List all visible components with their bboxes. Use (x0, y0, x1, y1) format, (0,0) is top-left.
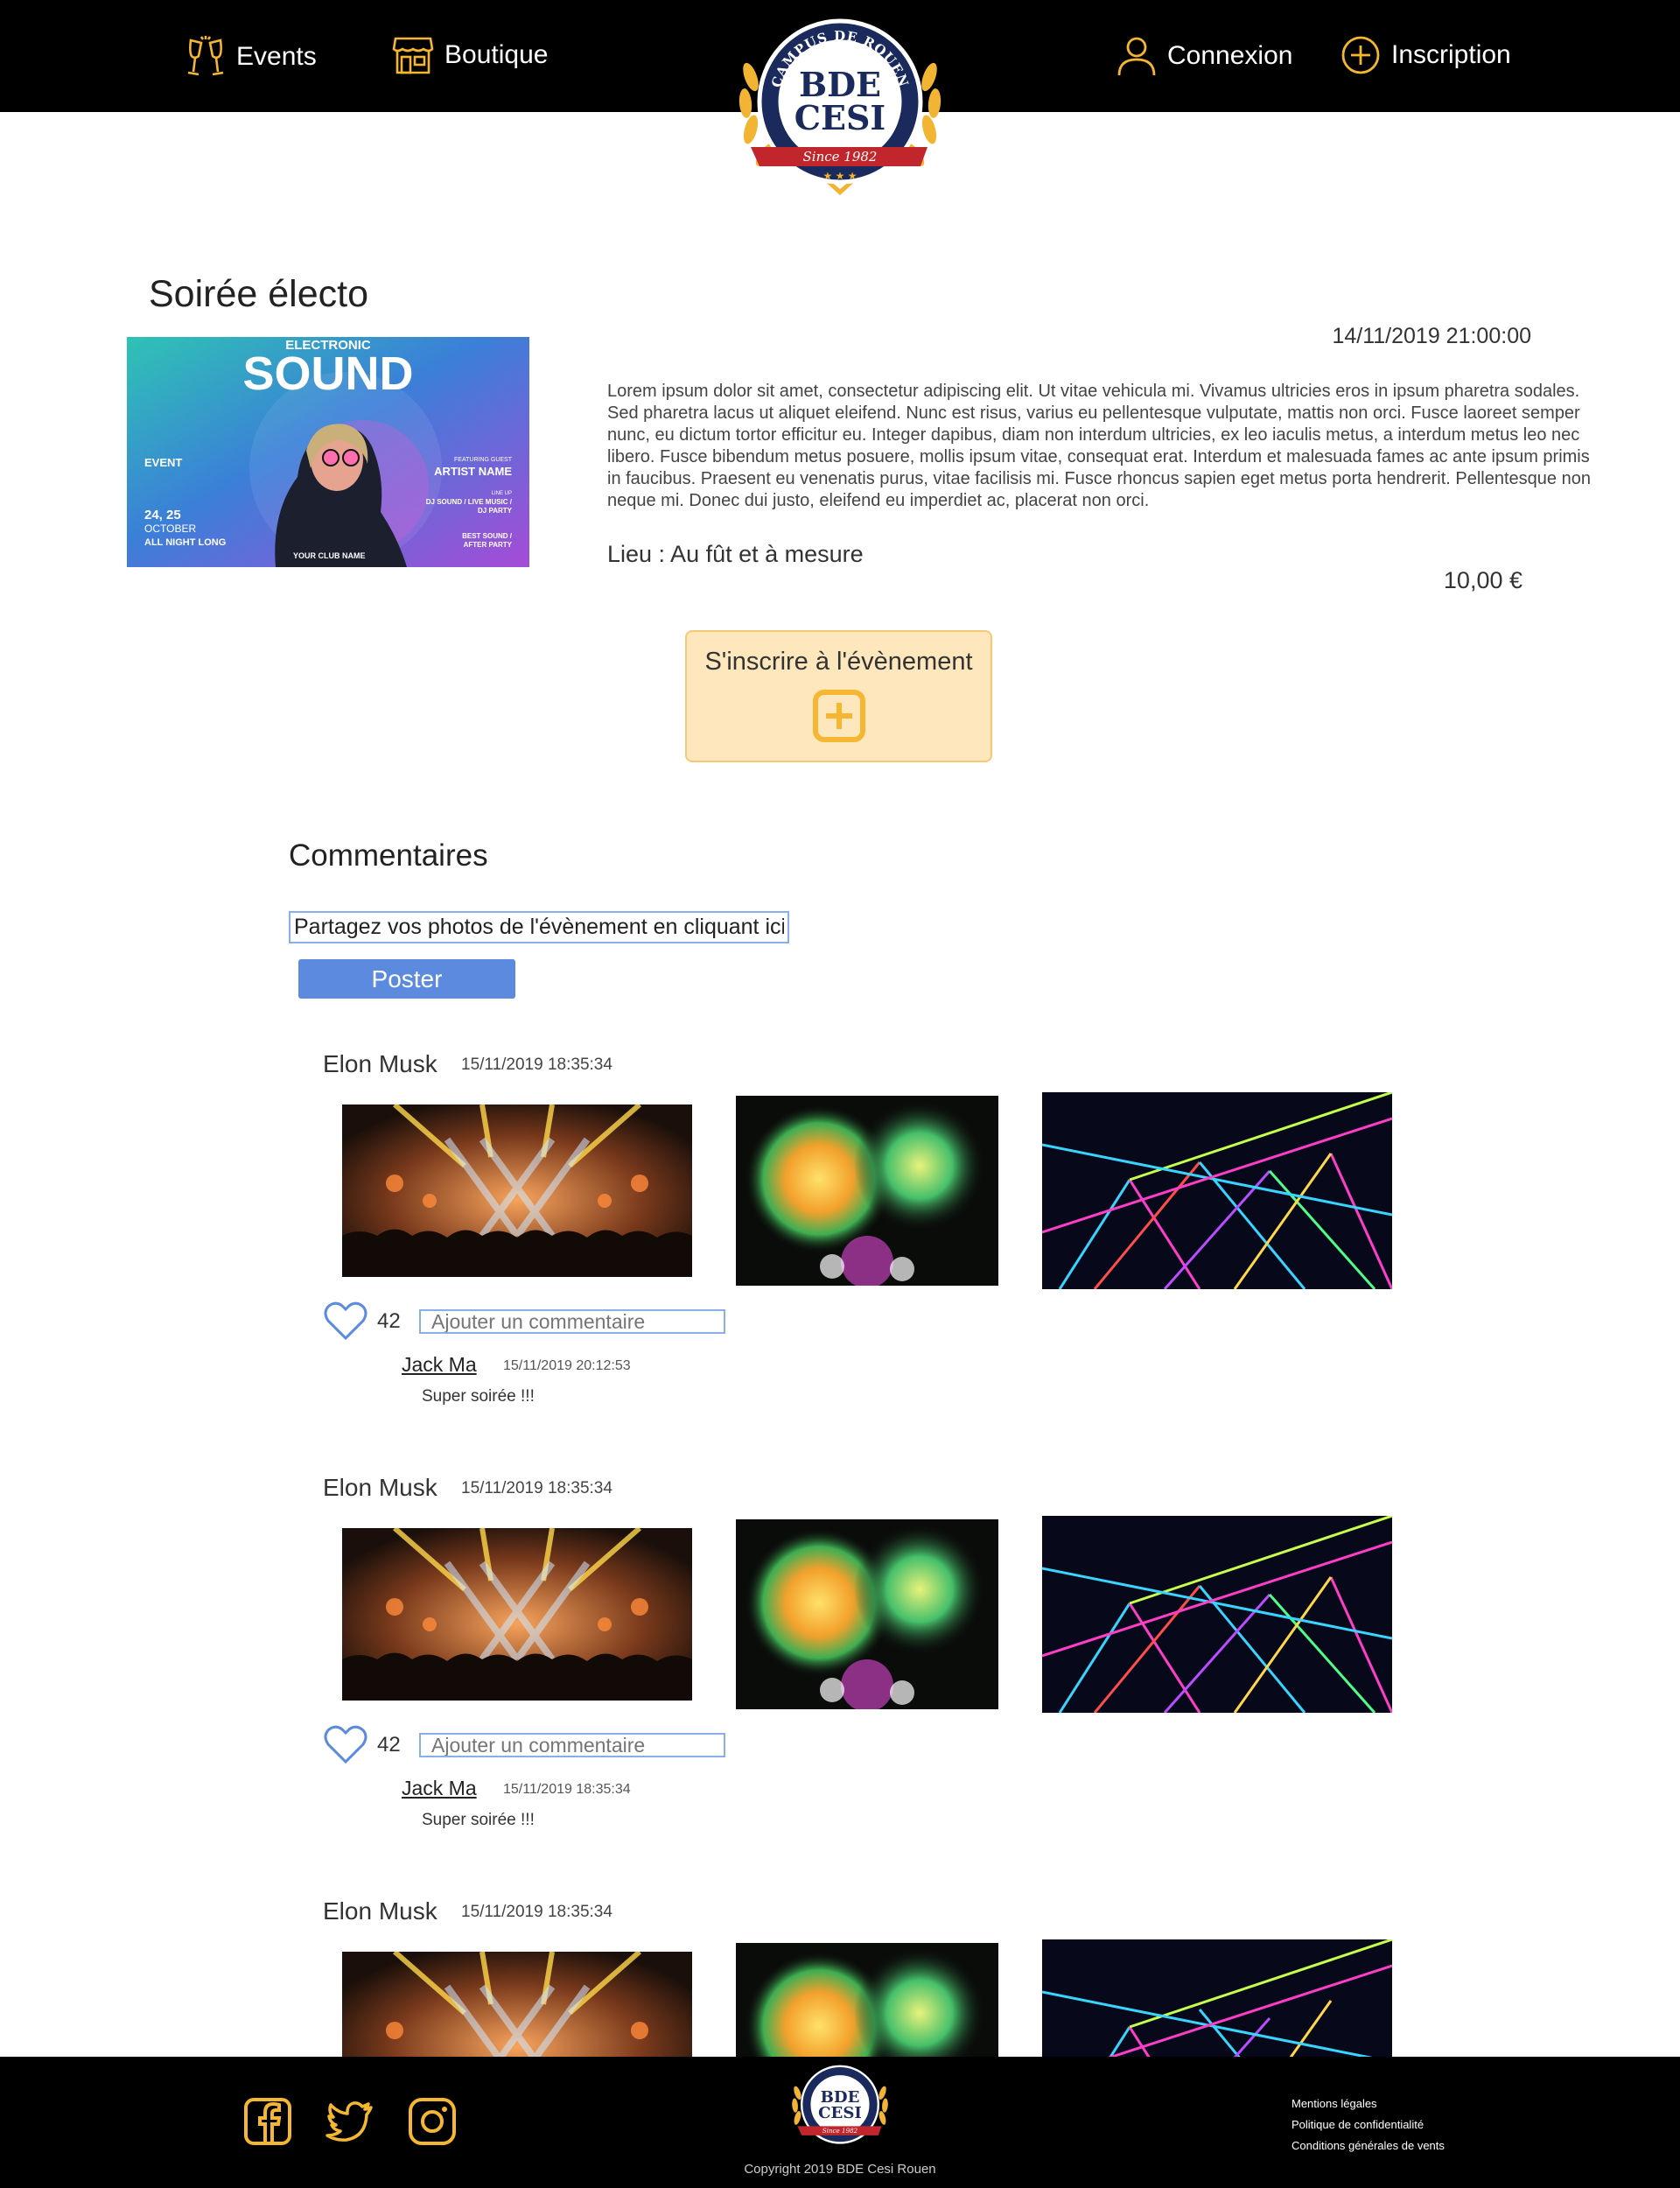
instagram-icon[interactable] (408, 2097, 457, 2146)
poster-big: SOUND (242, 347, 413, 400)
champagne-glasses-icon (187, 36, 224, 76)
fireworks-photo[interactable] (736, 1519, 998, 1709)
footer-logo-line2: CESI (818, 2104, 862, 2122)
poster-best: BEST SOUND / (462, 532, 513, 540)
nav-boutique-label: Boutique (444, 40, 549, 69)
poster-artist-small: FEATURING GUEST (454, 457, 513, 463)
post-date: 15/11/2019 18:35:34 (461, 1903, 612, 1921)
legal-link-terms[interactable]: Conditions générales de vents (1292, 2139, 1445, 2152)
post-author: Elon Musk (323, 1474, 438, 1501)
nav-connexion[interactable]: Connexion (1116, 35, 1292, 77)
heart-icon[interactable] (323, 1724, 368, 1764)
add-square-icon (812, 690, 865, 742)
footer-logo-ribbon: Since 1982 (822, 2127, 858, 2135)
event-poster[interactable]: ELECTRONIC SOUND EVENT 24, 25 OCTOBER AL… (127, 337, 529, 567)
poster-artist: ARTIST NAME (434, 465, 512, 478)
heart-icon[interactable] (323, 1301, 368, 1341)
event-description: Lorem ipsum dolor sit amet, consectetur … (607, 382, 1591, 510)
event-place: Lieu : Au fût et à mesure (607, 541, 864, 567)
footer-logo[interactable]: BDE CESI Since 1982 (788, 2064, 892, 2156)
nav-events-label: Events (236, 42, 317, 71)
logo-line2: CESI (794, 98, 886, 137)
like-count: 42 (377, 1309, 401, 1333)
concert-photo[interactable] (342, 1105, 692, 1277)
facebook-icon[interactable] (243, 2097, 292, 2146)
laser-photo[interactable] (1042, 1516, 1392, 1713)
bde-cesi-logo[interactable]: CAMPUS DE ROUEN BDE CESI Since 1982 ★ ★ … (733, 16, 947, 204)
comment-date: 15/11/2019 20:12:53 (503, 1358, 631, 1373)
event-price: 10,00 € (1443, 567, 1522, 593)
laser-photo[interactable] (1042, 1939, 1392, 2057)
add-comment-input[interactable] (419, 1309, 725, 1334)
legal-link-mentions[interactable]: Mentions légales (1292, 2097, 1377, 2110)
nav-inscription-label: Inscription (1391, 40, 1511, 69)
nav-events[interactable]: Events (186, 35, 317, 79)
poster-month: OCTOBER (144, 522, 196, 535)
shop-icon (392, 37, 434, 74)
top-header: Events Boutique CAMPUS DE ROUEN BDE CESI… (0, 0, 1680, 195)
user-icon (1117, 37, 1156, 76)
nav-connexion-label: Connexion (1167, 41, 1293, 70)
event-date: 14/11/2019 21:00:00 (1332, 324, 1531, 348)
copyright: Copyright 2019 BDE Cesi Rouen (744, 2162, 936, 2177)
comments-title: Commentaires (289, 838, 488, 873)
post-author: Elon Musk (323, 1050, 438, 1077)
svg-text:★ ★ ★: ★ ★ ★ (823, 170, 858, 182)
fireworks-photo[interactable] (736, 1943, 998, 2057)
twitter-icon[interactable] (326, 2097, 374, 2146)
poster-night: ALL NIGHT LONG (144, 537, 226, 548)
poster-after: AFTER PARTY (464, 541, 513, 549)
logo-ribbon: Since 1982 (803, 149, 878, 165)
post-author: Elon Musk (323, 1897, 438, 1925)
post-date: 15/11/2019 18:35:34 (461, 1055, 612, 1074)
comment-text: Super soirée !!! (422, 1387, 535, 1406)
legal-link-privacy[interactable]: Politique de confidentialité (1292, 2118, 1424, 2131)
share-photos-input[interactable] (289, 911, 789, 943)
poster-line1: DJ SOUND / LIVE MUSIC / (426, 498, 513, 506)
laser-photo[interactable] (1042, 1092, 1392, 1289)
comment-author[interactable]: Jack Ma (402, 1353, 477, 1377)
register-label: S'inscrire à l'évènement (704, 648, 973, 676)
post-button[interactable]: Poster (298, 959, 515, 999)
fireworks-photo[interactable] (736, 1096, 998, 1286)
poster-line2: DJ PARTY (478, 507, 513, 515)
comment-text: Super soirée !!! (422, 1811, 535, 1829)
nav-boutique[interactable]: Boutique (392, 35, 548, 75)
poster-dates: 24, 25 (144, 508, 181, 522)
poster-club: YOUR CLUB NAME (293, 551, 366, 560)
comment-author[interactable]: Jack Ma (402, 1777, 477, 1800)
register-event-button[interactable]: S'inscrire à l'évènement (685, 630, 992, 762)
nav-inscription[interactable]: Inscription (1340, 35, 1511, 75)
add-comment-input[interactable] (419, 1733, 725, 1757)
comment-date: 15/11/2019 18:35:34 (503, 1782, 631, 1797)
footer: BDE CESI Since 1982 Copyright 2019 BDE C… (0, 2057, 1680, 2188)
poster-event: EVENT (144, 456, 182, 469)
post-date: 15/11/2019 18:35:34 (461, 1479, 612, 1497)
poster-lineup: LINE UP (492, 491, 512, 496)
add-circle-icon (1341, 36, 1380, 74)
like-count: 42 (377, 1733, 401, 1757)
concert-photo[interactable] (342, 1952, 692, 2057)
event-title: Soirée électo (149, 273, 368, 315)
concert-photo[interactable] (342, 1528, 692, 1701)
